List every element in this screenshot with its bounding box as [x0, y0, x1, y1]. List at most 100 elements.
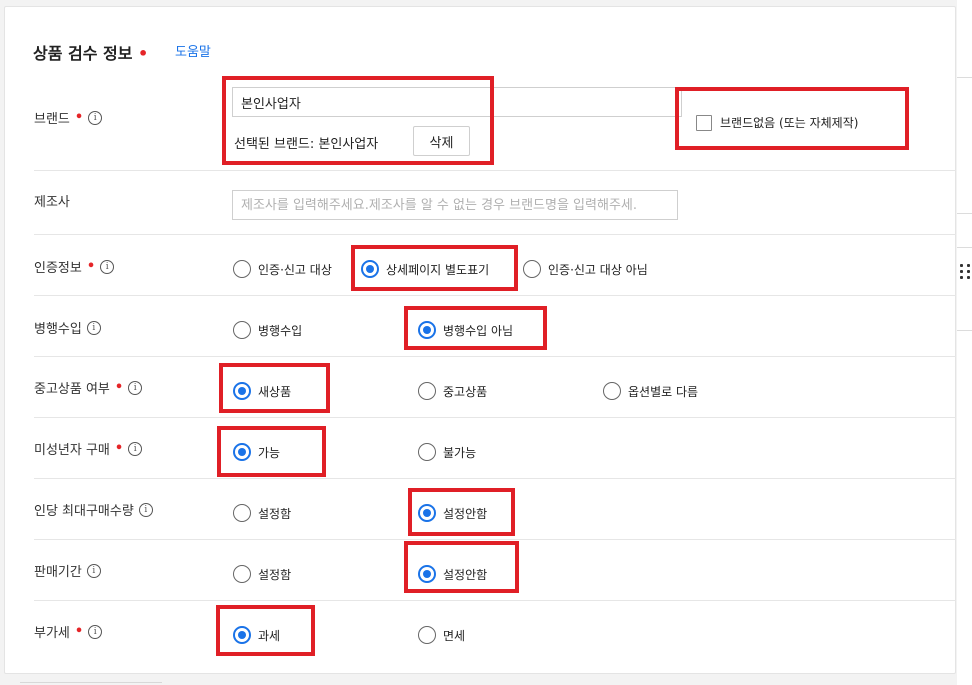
manufacturer-label: 제조사: [34, 191, 70, 210]
info-circle-icon[interactable]: i: [138, 502, 153, 517]
radio-button[interactable]: [523, 260, 541, 278]
parallel-import-label-text: 병행수입: [34, 322, 82, 337]
sale-period-label-text: 판매기간: [34, 565, 82, 580]
radio-label: 병행수입: [258, 323, 303, 338]
radio-vat-taxable[interactable]: 과세: [233, 626, 280, 644]
radio-button[interactable]: [418, 626, 436, 644]
radio-label: 옵션별로 다름: [628, 384, 699, 399]
checkbox-box[interactable]: [696, 114, 712, 131]
radio-label: 새상품: [258, 384, 292, 399]
info-circle-icon[interactable]: i: [88, 624, 103, 639]
vat-label: 부가세 • i: [34, 622, 103, 641]
radio-minor-not-allowed[interactable]: 불가능: [418, 443, 476, 461]
divider: [957, 77, 972, 78]
radio-period-set[interactable]: 설정함: [233, 565, 291, 583]
divider: [957, 213, 972, 214]
radio-max-set[interactable]: 설정함: [233, 504, 291, 522]
drag-handle-icon[interactable]: [960, 264, 972, 280]
radio-varies-by-option[interactable]: 옵션별로 다름: [603, 382, 698, 400]
radio-period-not-set[interactable]: 설정안함: [418, 565, 487, 583]
minor-purchase-label-text: 미성년자 구매: [34, 443, 110, 458]
radio-label: 인증·신고 대상 아님: [548, 262, 648, 277]
delete-brand-button[interactable]: 삭제: [413, 126, 470, 156]
vat-label-text: 부가세: [34, 626, 70, 641]
radio-label: 상세페이지 별도표기: [386, 262, 490, 277]
radio-label: 과세: [258, 628, 281, 643]
manufacturer-input[interactable]: [232, 190, 678, 220]
radio-new-product[interactable]: 새상품: [233, 382, 291, 400]
divider: [34, 417, 956, 418]
radio-label: 병행수입 아님: [443, 323, 514, 338]
required-mark: •: [114, 441, 124, 456]
used-status-label: 중고상품 여부 • i: [34, 378, 143, 397]
divider: [34, 170, 956, 171]
radio-used-product[interactable]: 중고상품: [418, 382, 487, 400]
radio-label: 가능: [258, 445, 281, 460]
radio-cert-target[interactable]: 인증·신고 대상: [233, 260, 332, 278]
radio-button[interactable]: [603, 382, 621, 400]
certification-label-text: 인증정보: [34, 261, 82, 276]
radio-button-selected[interactable]: [361, 260, 379, 278]
manufacturer-label-text: 제조사: [34, 195, 70, 210]
info-circle-icon[interactable]: i: [88, 110, 103, 125]
brand-input[interactable]: [232, 87, 682, 117]
divider: [20, 682, 162, 683]
radio-button-selected[interactable]: [418, 504, 436, 522]
radio-label: 설정함: [258, 567, 292, 582]
brand-label: 브랜드 • i: [34, 108, 103, 127]
max-per-person-label-text: 인당 최대구매수량: [34, 504, 134, 519]
radio-max-not-set[interactable]: 설정안함: [418, 504, 487, 522]
radio-label: 불가능: [443, 445, 477, 460]
radio-cert-detail-page[interactable]: 상세페이지 별도표기: [361, 260, 489, 278]
radio-button-selected[interactable]: [418, 565, 436, 583]
radio-button[interactable]: [233, 565, 251, 583]
required-mark: •: [114, 380, 124, 395]
parallel-import-label: 병행수입 i: [34, 318, 101, 337]
radio-vat-exempt[interactable]: 면세: [418, 626, 465, 644]
radio-button-selected[interactable]: [233, 626, 251, 644]
radio-cert-not-target[interactable]: 인증·신고 대상 아님: [523, 260, 648, 278]
sale-period-label: 판매기간 i: [34, 561, 101, 580]
certification-label: 인증정보 • i: [34, 257, 115, 276]
required-mark: •: [86, 259, 96, 274]
radio-minor-allowed[interactable]: 가능: [233, 443, 280, 461]
minor-purchase-label: 미성년자 구매 • i: [34, 439, 143, 458]
radio-button[interactable]: [233, 504, 251, 522]
radio-parallel-no[interactable]: 병행수입 아님: [418, 321, 513, 339]
info-circle-icon[interactable]: i: [128, 441, 143, 456]
radio-label: 면세: [443, 628, 466, 643]
radio-parallel-yes[interactable]: 병행수입: [233, 321, 302, 339]
help-link[interactable]: 도움말: [175, 41, 211, 60]
brand-label-text: 브랜드: [34, 112, 70, 127]
section-title: 상품 검수 정보 •: [33, 40, 148, 64]
radio-label: 설정안함: [443, 567, 488, 582]
divider: [34, 295, 956, 296]
divider: [957, 247, 972, 248]
no-brand-checkbox[interactable]: 브랜드없음 (또는 자체제작): [696, 114, 858, 131]
radio-button[interactable]: [233, 260, 251, 278]
radio-button-selected[interactable]: [233, 382, 251, 400]
divider: [957, 330, 972, 331]
used-status-label-text: 중고상품 여부: [34, 382, 110, 397]
info-circle-icon[interactable]: i: [128, 380, 143, 395]
radio-label: 설정함: [258, 506, 292, 521]
selected-brand-text: 선택된 브랜드: 본인사업자: [234, 137, 379, 152]
radio-button-selected[interactable]: [233, 443, 251, 461]
info-circle-icon[interactable]: i: [86, 563, 101, 578]
divider: [34, 539, 956, 540]
radio-button[interactable]: [418, 382, 436, 400]
info-circle-icon[interactable]: i: [100, 259, 115, 274]
radio-button-selected[interactable]: [418, 321, 436, 339]
no-brand-label: 브랜드없음 (또는 자체제작): [720, 116, 859, 130]
radio-button[interactable]: [233, 321, 251, 339]
divider: [34, 234, 956, 235]
divider: [34, 478, 956, 479]
divider: [34, 356, 956, 357]
required-mark: •: [74, 110, 84, 125]
right-side-panel: [957, 0, 972, 685]
required-mark: •: [74, 624, 84, 639]
required-mark: •: [138, 44, 149, 63]
info-circle-icon[interactable]: i: [86, 320, 101, 335]
radio-button[interactable]: [418, 443, 436, 461]
radio-label: 설정안함: [443, 506, 488, 521]
